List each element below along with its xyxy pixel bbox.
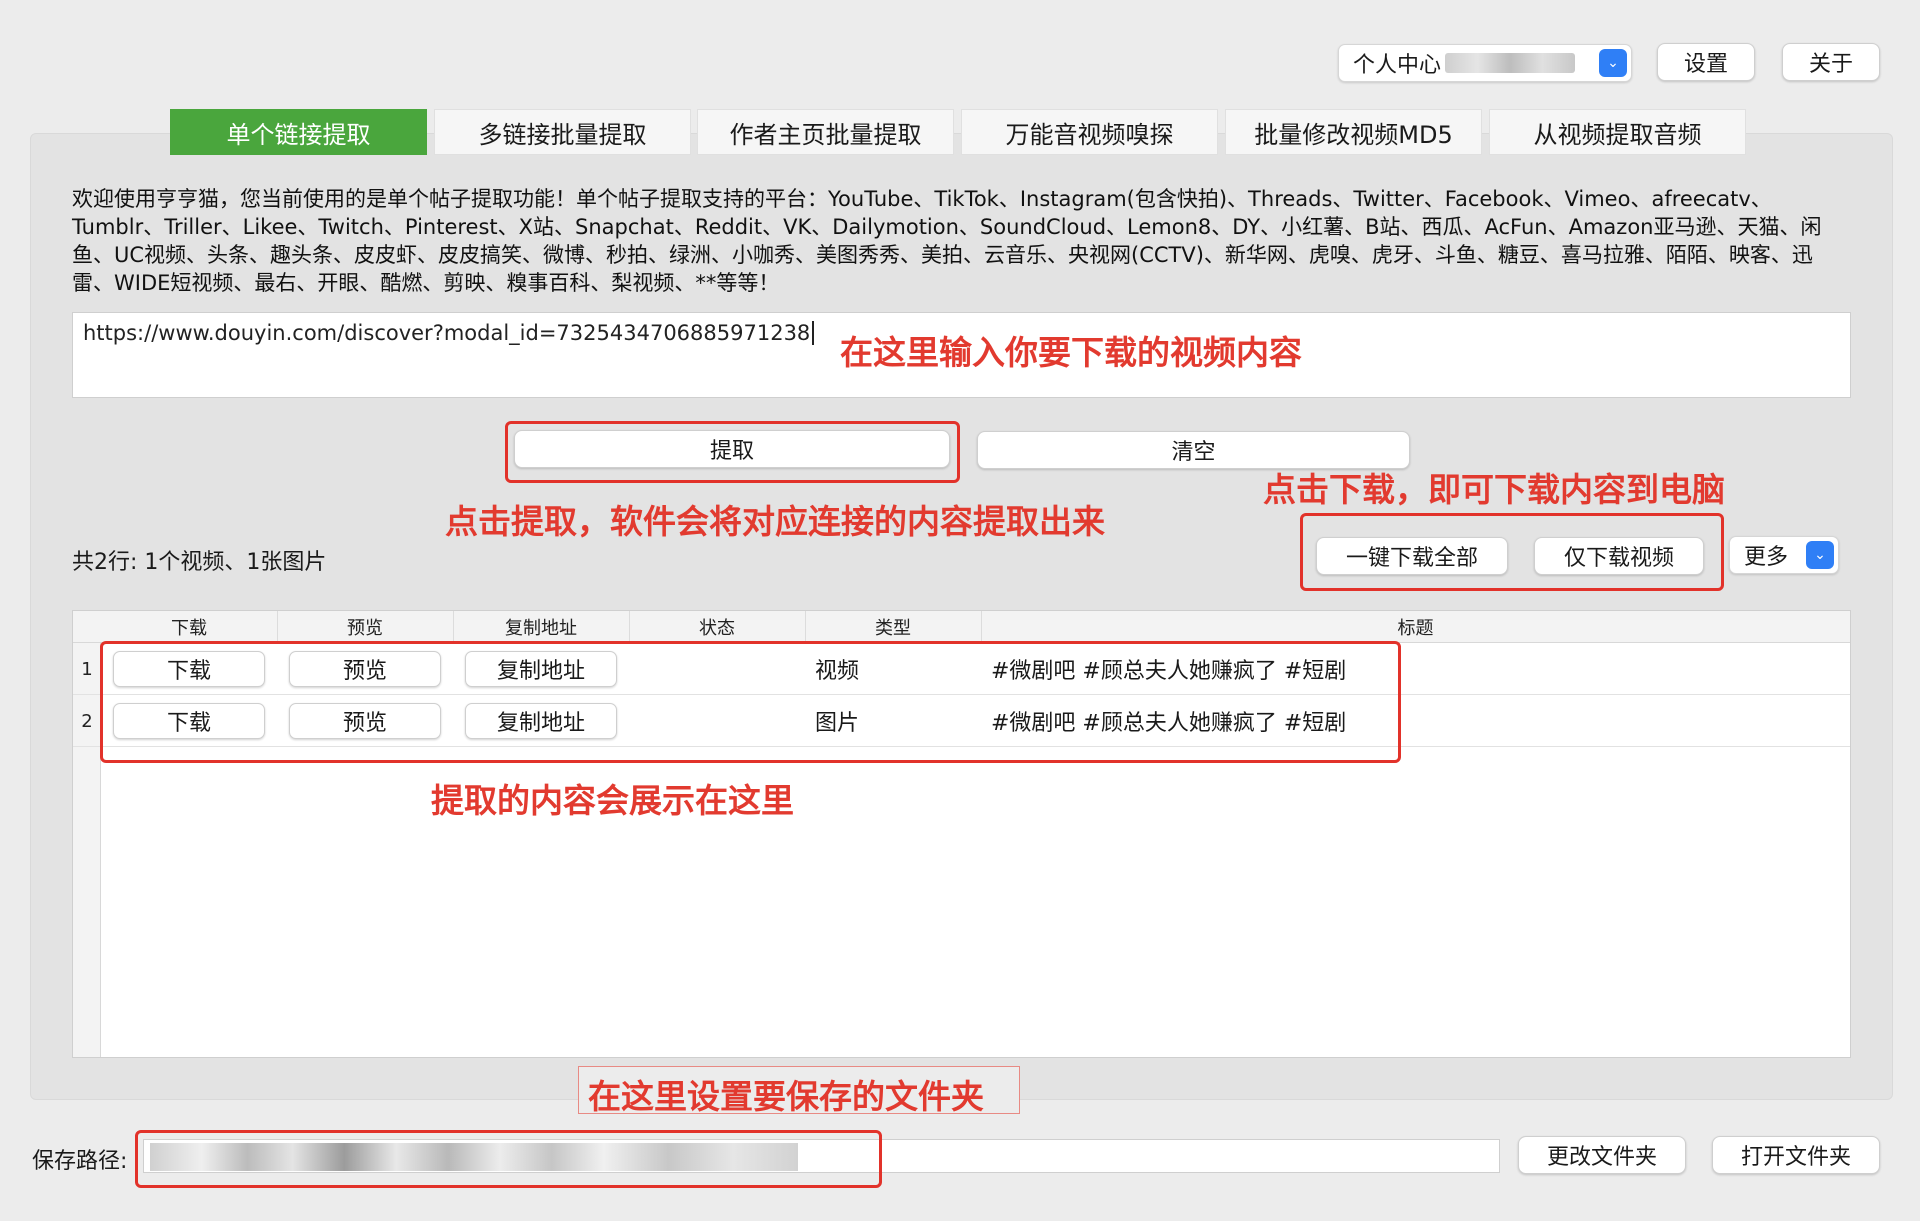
tab-modify-md5[interactable]: 批量修改视频MD5 [1225, 109, 1482, 155]
column-header-status: 状态 [629, 611, 806, 643]
annotation-box-results [100, 641, 1401, 763]
extract-button[interactable]: 提取 [514, 430, 950, 468]
result-summary: 共2行: 1个视频、1张图片 [72, 550, 327, 575]
about-button[interactable]: 关于 [1782, 43, 1880, 81]
table-header: 下载 预览 复制地址 状态 类型 标题 [73, 611, 1850, 643]
user-center-label: 个人中心 [1353, 53, 1442, 78]
annotation-results-hint: 提取的内容会展示在这里 [431, 781, 794, 820]
user-center-dropdown[interactable]: 个人中心 ⌄ [1338, 44, 1632, 82]
open-folder-button[interactable]: 打开文件夹 [1712, 1136, 1880, 1174]
annotation-input-hint: 在这里输入你要下载的视频内容 [840, 333, 1302, 372]
chevron-down-icon: ⌄ [1806, 541, 1834, 569]
tab-multi-link[interactable]: 多链接批量提取 [434, 109, 691, 155]
annotation-box-save-path [135, 1130, 882, 1188]
column-header-preview: 预览 [277, 611, 454, 643]
change-folder-button[interactable]: 更改文件夹 [1518, 1136, 1686, 1174]
column-header-type: 类型 [805, 611, 982, 643]
tab-single-link[interactable]: 单个链接提取 [170, 109, 427, 155]
user-name-redacted [1445, 53, 1576, 73]
text-cursor [812, 321, 821, 345]
save-path-label: 保存路径: [32, 1149, 128, 1174]
download-video-only-button[interactable]: 仅下载视频 [1534, 537, 1704, 575]
column-header-copy-url: 复制地址 [453, 611, 630, 643]
tab-author-page[interactable]: 作者主页批量提取 [697, 109, 954, 155]
url-input-value: https://www.douyin.com/discover?modal_id… [83, 321, 811, 345]
row-number: 1 [81, 658, 93, 680]
settings-button[interactable]: 设置 [1657, 43, 1755, 81]
row-number: 2 [81, 710, 93, 732]
chevron-down-icon: ⌄ [1599, 49, 1627, 77]
more-dropdown[interactable]: 更多 ⌄ [1729, 536, 1839, 574]
annotation-extract-hint: 点击提取，软件会将对应连接的内容提取出来 [445, 502, 1105, 541]
column-header-download: 下载 [101, 611, 278, 643]
tab-media-sniffer[interactable]: 万能音视频嗅探 [961, 109, 1218, 155]
annotation-download-hint: 点击下载，即可下载内容到电脑 [1263, 470, 1725, 509]
annotation-folder-hint: 在这里设置要保存的文件夹 [588, 1077, 984, 1116]
column-header-title: 标题 [1397, 618, 1434, 639]
tab-extract-audio[interactable]: 从视频提取音频 [1489, 109, 1746, 155]
more-label: 更多 [1744, 545, 1789, 570]
intro-text: 欢迎使用亨亨猫，您当前使用的是单个帖子提取功能！单个帖子提取支持的平台：YouT… [72, 187, 1822, 295]
download-all-button[interactable]: 一键下载全部 [1316, 537, 1508, 575]
